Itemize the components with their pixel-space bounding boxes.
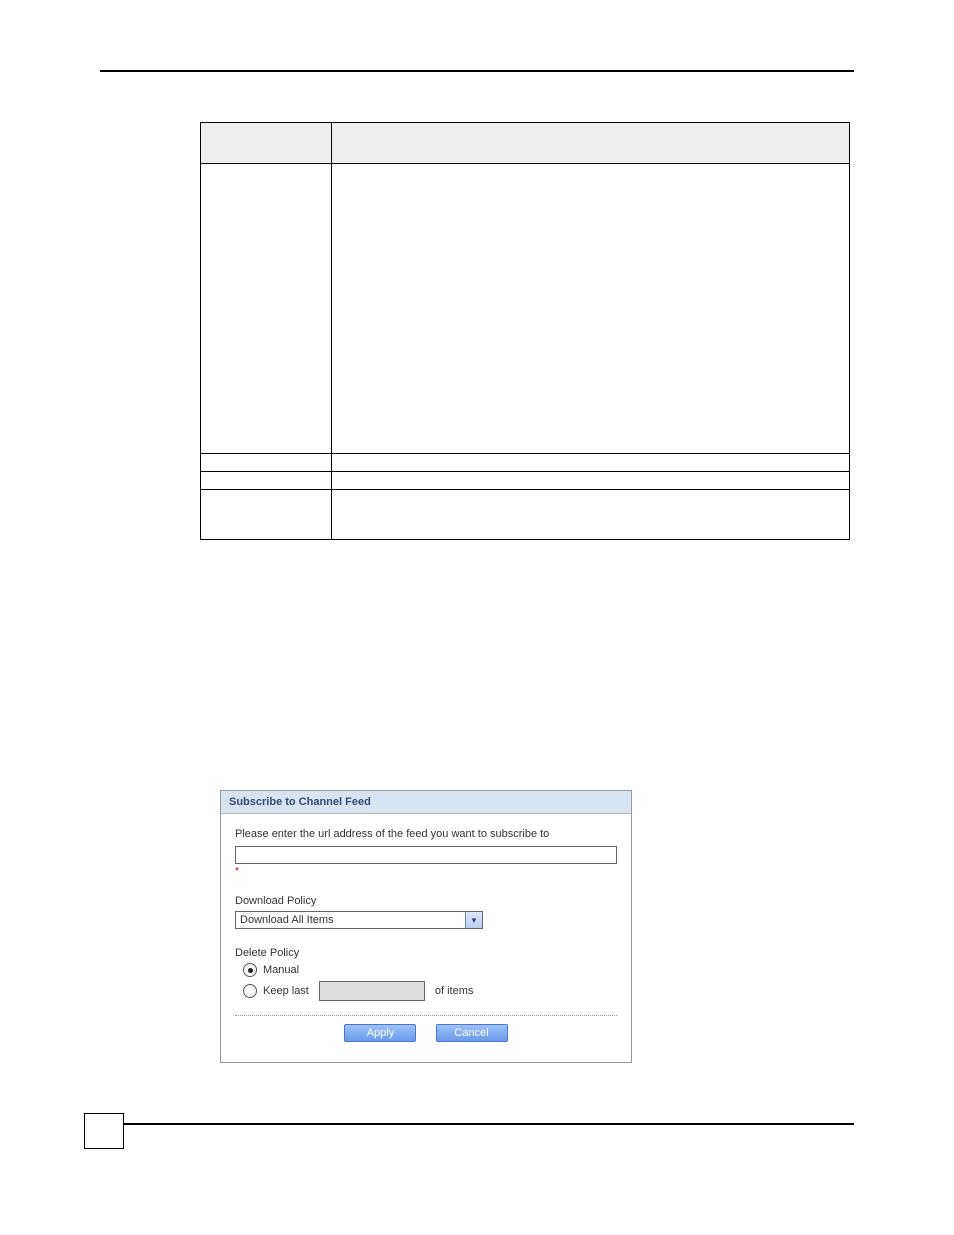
- keep-last-input[interactable]: [319, 981, 425, 1001]
- cell-b1: [201, 454, 332, 472]
- dialog-title: Subscribe to Channel Feed: [221, 791, 631, 814]
- footer-divider: [124, 1123, 854, 1125]
- radio-keep-prefix: Keep last: [263, 985, 309, 997]
- dialog-instruction: Please enter the url address of the feed…: [235, 828, 617, 840]
- download-policy-label: Download Policy: [235, 895, 617, 907]
- download-policy-select[interactable]: Download All Items ▼: [235, 911, 483, 929]
- cell-a2: [332, 164, 850, 454]
- delete-policy-label: Delete Policy: [235, 947, 617, 959]
- cell-c1: [201, 472, 332, 490]
- download-policy-value: Download All Items: [236, 913, 465, 927]
- radio-keep-last[interactable]: [243, 984, 257, 998]
- cell-d2: [332, 490, 850, 540]
- required-indicator: *: [235, 866, 617, 877]
- cell-d1: [201, 490, 332, 540]
- page-number-box: [84, 1113, 124, 1149]
- radio-manual[interactable]: [243, 963, 257, 977]
- header-divider: [100, 70, 854, 72]
- cancel-button[interactable]: Cancel: [436, 1024, 508, 1042]
- chevron-down-icon[interactable]: ▼: [465, 912, 482, 928]
- subscribe-dialog: Subscribe to Channel Feed Please enter t…: [220, 790, 632, 1063]
- cell-b2: [332, 454, 850, 472]
- info-table: [200, 122, 850, 540]
- col-header-2: [332, 123, 850, 164]
- cell-c2: [332, 472, 850, 490]
- feed-url-input[interactable]: [235, 846, 617, 864]
- radio-manual-label: Manual: [263, 964, 299, 976]
- apply-button[interactable]: Apply: [344, 1024, 416, 1042]
- dialog-divider: [235, 1015, 617, 1016]
- col-header-1: [201, 123, 332, 164]
- cell-a1: [201, 164, 332, 454]
- radio-keep-suffix: of items: [435, 985, 474, 997]
